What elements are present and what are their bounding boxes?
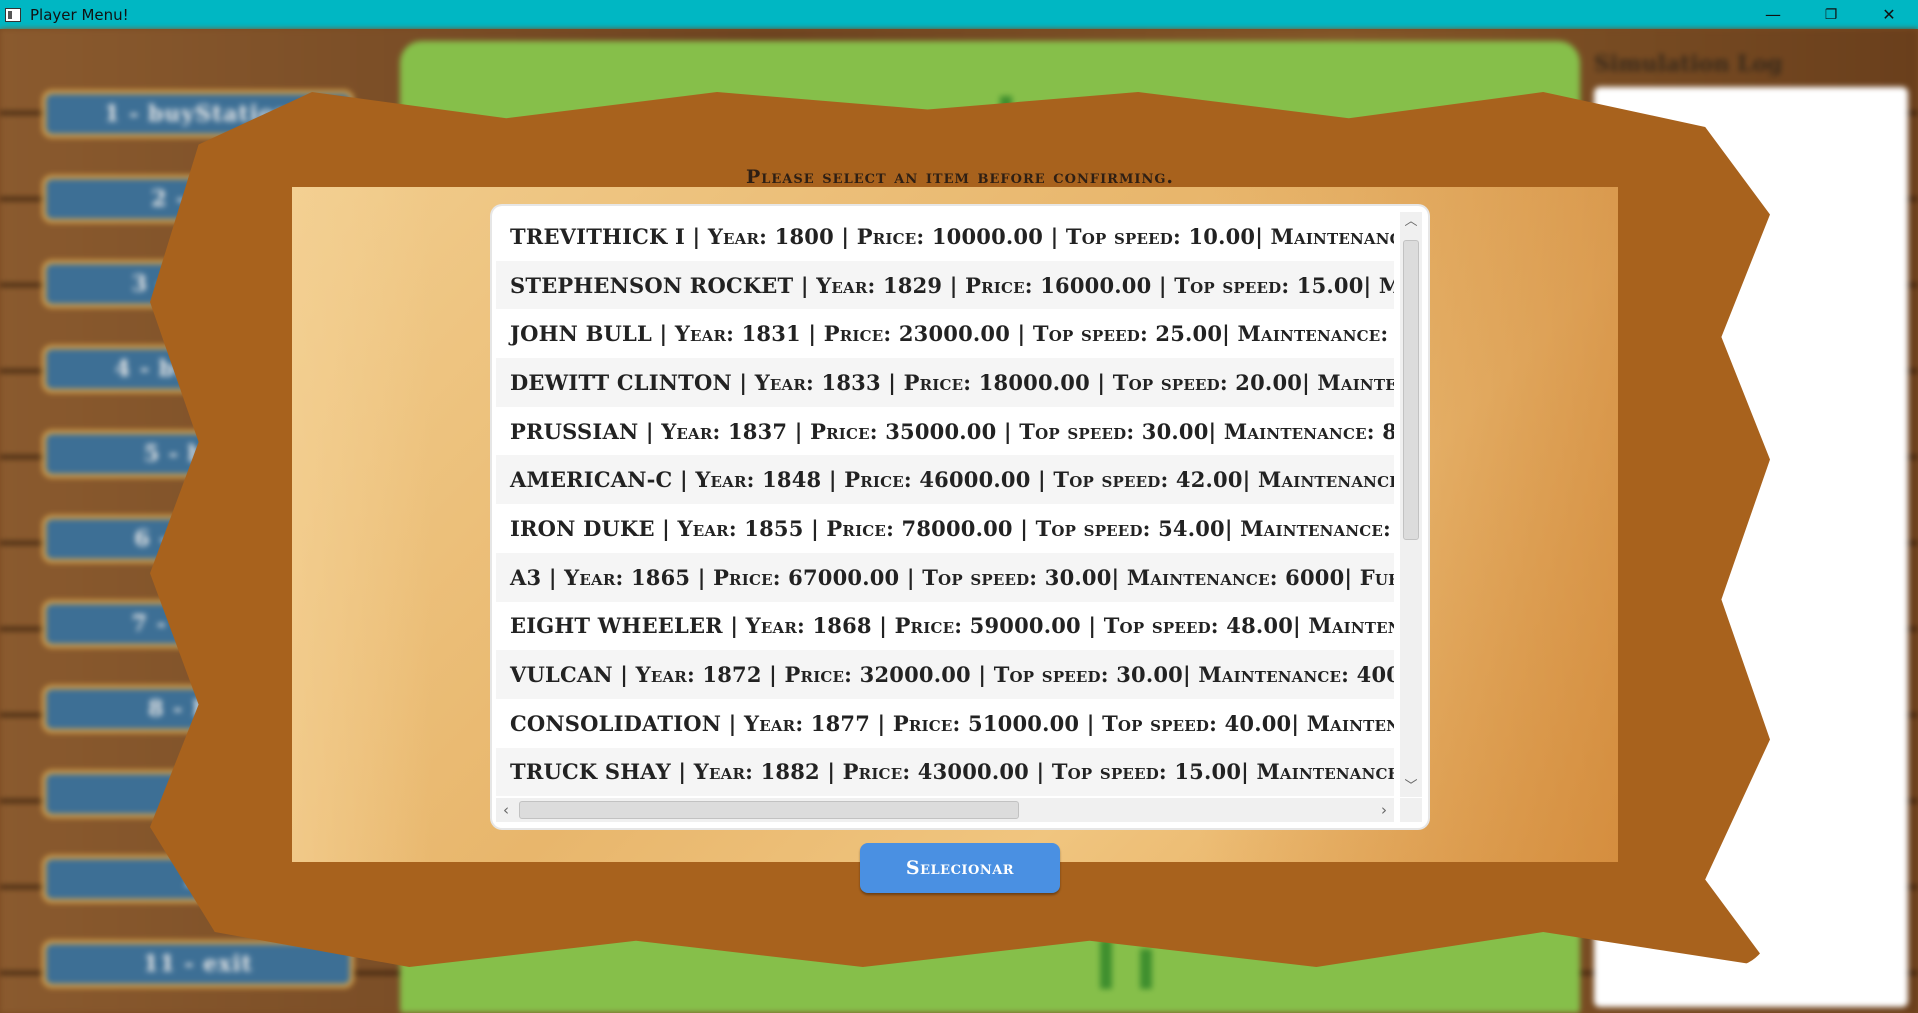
list-item[interactable]: IRON DUKE | Year: 1855 | Price: 78000.00… — [496, 504, 1394, 553]
vertical-scrollbar[interactable]: ︿ ﹀ — [1400, 212, 1422, 797]
close-button[interactable]: ✕ — [1860, 0, 1918, 29]
simulation-log-title: Simulation Log — [1594, 51, 1783, 77]
app-icon — [5, 7, 21, 22]
list-item[interactable]: TREVITHICK I | Year: 1800 | Price: 10000… — [496, 212, 1394, 261]
scroll-left-icon[interactable]: ‹ — [496, 798, 516, 822]
scroll-down-icon[interactable]: ﹀ — [1400, 777, 1422, 797]
window-title-bar: Player Menu! — ❐ ✕ — [0, 0, 1918, 29]
dialog-prompt: Please select an item before confirming. — [745, 166, 1175, 188]
horizontal-scrollbar[interactable]: ‹ › — [496, 798, 1394, 822]
minimize-button[interactable]: — — [1744, 0, 1802, 29]
list-item[interactable]: CONSOLIDATION | Year: 1877 | Price: 5100… — [496, 699, 1394, 748]
locomotive-list[interactable]: TREVITHICK I | Year: 1800 | Price: 10000… — [492, 206, 1428, 828]
list-item[interactable]: AMERICAN-C | Year: 1848 | Price: 46000.0… — [496, 455, 1394, 505]
list-item[interactable]: TRUCK SHAY | Year: 1882 | Price: 43000.0… — [496, 747, 1394, 797]
list-item[interactable]: A3 | Year: 1865 | Price: 67000.00 | Top … — [496, 552, 1394, 602]
list-item[interactable]: JOHN BULL | Year: 1831 | Price: 23000.00… — [496, 309, 1394, 358]
list-item[interactable]: PRUSSIAN | Year: 1837 | Price: 35000.00 … — [496, 407, 1394, 456]
list-item[interactable]: EIGHT WHEELER | Year: 1868 | Price: 5900… — [496, 602, 1394, 651]
list-item[interactable]: DEWITT CLINTON | Year: 1833 | Price: 180… — [496, 358, 1394, 407]
list-item[interactable]: VULCAN | Year: 1872 | Price: 32000.00 | … — [496, 650, 1394, 699]
scrollbar-corner — [1400, 798, 1422, 822]
vertical-scroll-thumb[interactable] — [1403, 240, 1419, 540]
scroll-right-icon[interactable]: › — [1374, 798, 1394, 822]
scroll-up-icon[interactable]: ︿ — [1400, 212, 1422, 232]
select-button[interactable]: Selecionar — [860, 843, 1060, 893]
list-item[interactable]: STEPHENSON ROCKET | Year: 1829 | Price: … — [496, 260, 1394, 310]
window-title: Player Menu! — [30, 5, 129, 24]
list-viewport[interactable]: TREVITHICK I | Year: 1800 | Price: 10000… — [496, 212, 1394, 797]
horizontal-scroll-thumb[interactable] — [519, 801, 1019, 819]
maximize-button[interactable]: ❐ — [1802, 0, 1860, 29]
